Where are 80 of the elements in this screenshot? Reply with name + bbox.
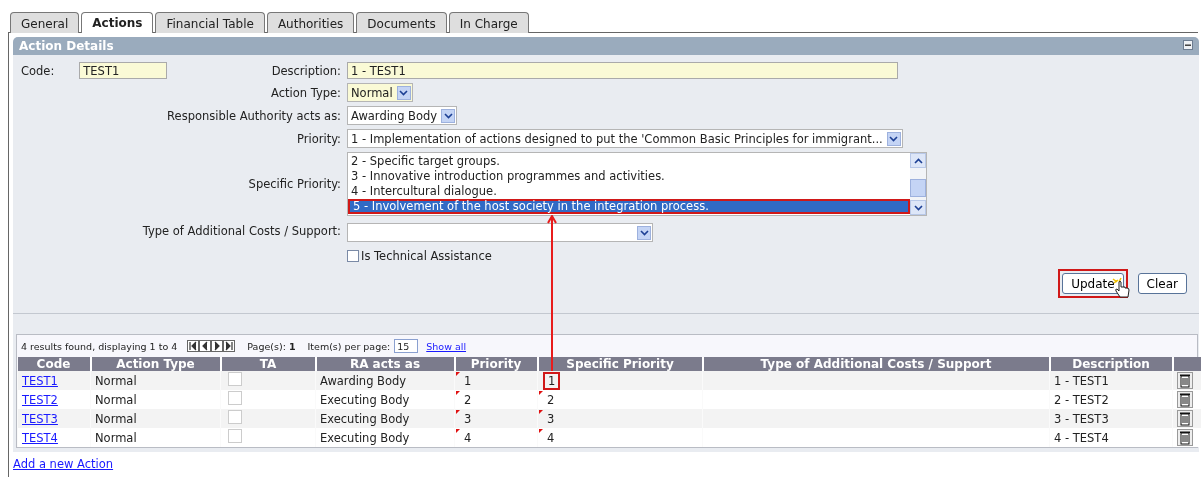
results-summary: 4 results found, displaying 1 to 4 — [21, 340, 178, 352]
checkbox-label: Is Technical Assistance — [361, 249, 492, 263]
table-cell: Normal — [90, 428, 221, 447]
add-action-link[interactable]: Add a new Action — [13, 457, 114, 471]
checkbox[interactable] — [347, 250, 359, 262]
list-option[interactable]: 4 - Intercultural dialogue. — [348, 184, 910, 199]
field-label: Action Type: — [271, 85, 341, 100]
table-cell: Executing Body — [315, 390, 455, 409]
delete-button[interactable] — [1177, 372, 1193, 389]
table-cell: 2 — [454, 390, 538, 409]
authority-role-dropdown[interactable]: Awarding Body — [347, 106, 458, 125]
action-type-dropdown[interactable]: Normal — [347, 83, 413, 102]
code-field[interactable]: TEST1 — [79, 62, 168, 79]
scroll-down-button[interactable] — [910, 200, 926, 215]
table-cell: 3 — [454, 409, 538, 428]
table-cell: 1 - TEST1 — [1049, 371, 1173, 390]
page-count: Page(s): 1 — [247, 340, 296, 352]
action-button[interactable]: Update — [1062, 273, 1124, 294]
table-cell: Normal — [90, 371, 221, 390]
first-page-button[interactable] — [187, 340, 200, 352]
column-header: RA acts as — [315, 357, 455, 371]
delete-button[interactable] — [1177, 410, 1193, 427]
tab[interactable]: In Charge — [448, 12, 529, 33]
table-cell: Executing Body — [315, 409, 455, 428]
table-cell: 3 — [537, 409, 703, 428]
tab[interactable]: Actions — [81, 12, 154, 33]
table-cell: 3 - TEST3 — [1049, 409, 1173, 428]
list-option[interactable]: 2 - Specific target groups. — [348, 154, 910, 169]
table-cell: Normal — [90, 409, 221, 428]
collapse-icon[interactable] — [1183, 40, 1193, 50]
table-cell: 4 — [537, 428, 703, 447]
scrollbar-thumb[interactable] — [910, 179, 926, 197]
per-page-label: Item(s) per page: — [307, 340, 391, 352]
column-header: Type of Additional Costs / Support — [702, 357, 1050, 371]
field-label: Specific Priority: — [248, 177, 341, 191]
tab[interactable]: General — [10, 12, 80, 33]
caret-icon — [639, 229, 649, 236]
table-cell: 2 - TEST2 — [1049, 390, 1173, 409]
table-cell: 1 — [454, 371, 538, 390]
list-option[interactable]: 3 - Innovative introduction programmes and activities. — [348, 169, 910, 184]
column-header: Code — [17, 357, 91, 371]
caret-icon — [399, 89, 409, 96]
field-label: Code: — [21, 63, 55, 78]
column-header: Specific Priority — [537, 357, 703, 371]
description-field[interactable]: 1 - TEST1 — [347, 62, 898, 79]
column-header: Priority — [454, 357, 538, 371]
scroll-up-button[interactable] — [910, 153, 926, 168]
caret-icon — [443, 112, 453, 119]
action-button[interactable]: Clear — [1137, 273, 1187, 294]
table-cell: 4 - TEST4 — [1049, 428, 1173, 447]
table-cell: Normal — [90, 390, 221, 409]
field-label: Description: — [271, 63, 341, 78]
next-page-button[interactable] — [211, 340, 224, 352]
column-header: TA — [220, 357, 316, 371]
previous-page-button[interactable] — [199, 340, 212, 352]
table-cell: 4 — [454, 428, 538, 447]
first-page-icon — [188, 341, 199, 351]
table-cell: 1 — [537, 371, 703, 390]
tab[interactable]: Financial Table — [155, 12, 265, 33]
per-page-field[interactable]: 15 — [394, 339, 419, 353]
hand-cursor-icon — [1112, 277, 1133, 299]
caret-icon — [889, 135, 899, 142]
priority-dropdown[interactable]: 1 - Implementation of actions designed to put the 'Common Basic Principles for immigrant... — [347, 129, 903, 148]
panel-title: Action Details — [19, 39, 114, 53]
last-page-button[interactable] — [223, 340, 236, 352]
column-header: Action Type — [90, 357, 221, 371]
delete-button[interactable] — [1177, 429, 1193, 446]
last-page-icon — [224, 341, 235, 351]
table-cell: Executing Body — [315, 428, 455, 447]
table-cell: 2 — [537, 390, 703, 409]
table-cell: Awarding Body — [315, 371, 455, 390]
list-option[interactable]: 5 - Involvement of the host society in the integration process. — [348, 199, 910, 214]
field-label: Responsible Authority acts as: — [167, 108, 341, 123]
tab[interactable]: Documents — [356, 12, 447, 33]
tab[interactable]: Authorities — [266, 12, 355, 33]
show-all-link[interactable]: Show all — [426, 340, 467, 352]
delete-button[interactable] — [1177, 391, 1193, 408]
column-header: Description — [1049, 357, 1173, 371]
field-label: Priority: — [297, 131, 341, 146]
field-label: Type of Additional Costs / Support: — [142, 224, 341, 238]
